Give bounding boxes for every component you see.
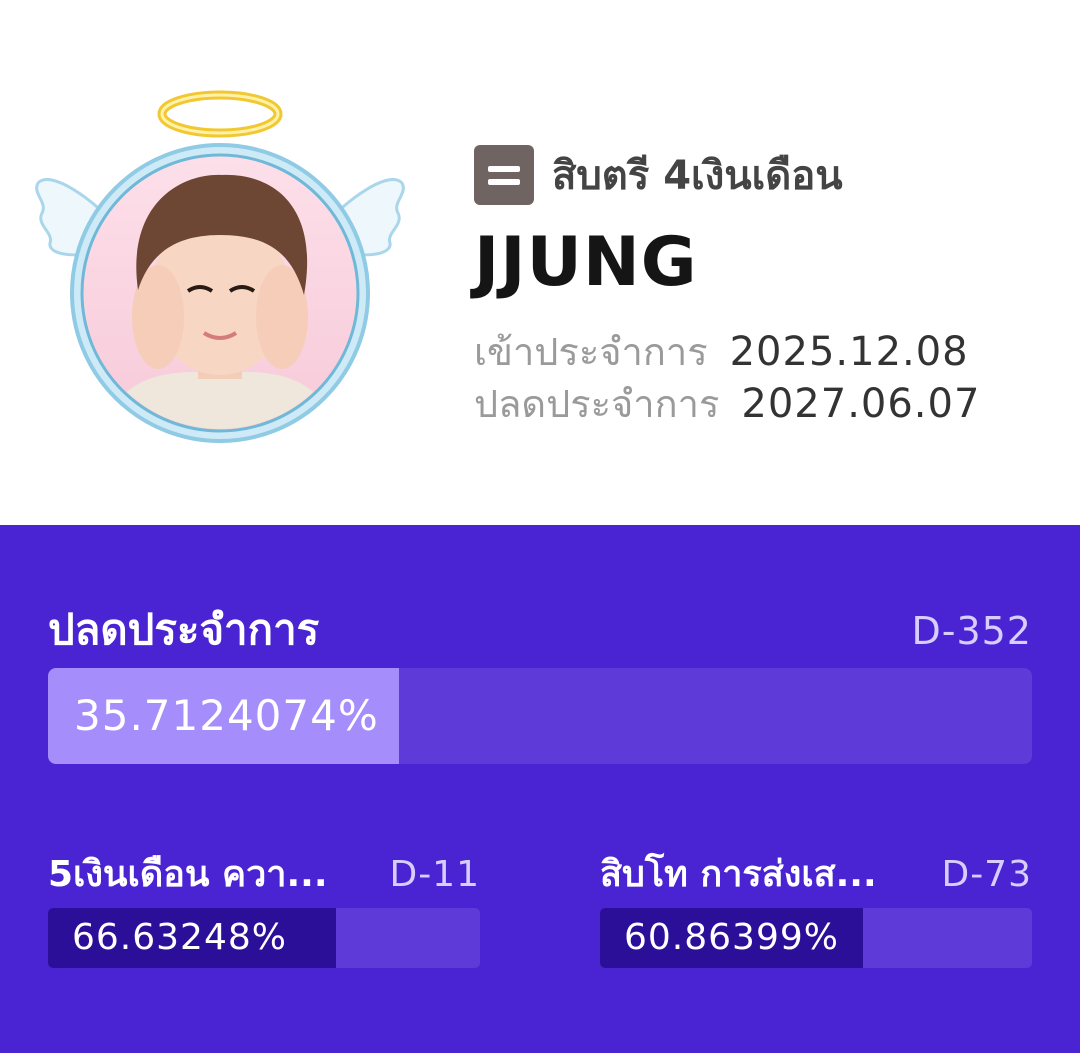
- sub-progress-bar: 60.86399%: [600, 908, 1032, 968]
- discharge-label: ปลดประจำการ: [474, 382, 720, 426]
- discharge-progress-percent: 35.7124074%: [74, 691, 379, 740]
- discharge-date: 2027.06.07: [741, 381, 981, 427]
- sub-progress-card[interactable]: 5เงินเดือน ควา... D-11 66.63248%: [48, 845, 480, 968]
- discharge-progress-header: ปลดประจำการ D-352: [48, 597, 1032, 663]
- discharge-progress-bar[interactable]: 35.7124074%: [48, 668, 1032, 764]
- rank-row: สิบตรี 4เงินเดือน: [474, 145, 1064, 205]
- discharge-progress-title: ปลดประจำการ: [48, 605, 320, 654]
- sub-progress-header: 5เงินเดือน ควา... D-11: [48, 845, 480, 895]
- discharge-row: ปลดประจำการ 2027.06.07: [474, 373, 1064, 427]
- progress-panel: ปลดประจำการ D-352 35.7124074% 5เงินเดือน…: [0, 525, 1080, 1053]
- enlist-date: 2025.12.08: [729, 329, 969, 375]
- sub-progress-dday: D-73: [941, 854, 1032, 895]
- sub-progress-percent: 60.86399%: [624, 917, 839, 958]
- sub-progress-bar: 66.63248%: [48, 908, 480, 968]
- avatar[interactable]: [30, 85, 410, 455]
- page: สิบตรี 4เงินเดือน JJUNG เข้าประจำการ 202…: [0, 0, 1080, 1053]
- sub-progress-header: สิบโท การส่งเส... D-73: [600, 845, 1032, 895]
- user-name: JJUNG: [474, 223, 698, 302]
- sub-progress-title: 5เงินเดือน ควา...: [48, 854, 328, 895]
- enlist-row: เข้าประจำการ 2025.12.08: [474, 321, 1064, 375]
- rank-insignia-icon: [474, 145, 534, 205]
- sub-progress-dday: D-11: [389, 854, 480, 895]
- service-dates: เข้าประจำการ 2025.12.08 ปลดประจำการ 2027…: [474, 321, 1064, 427]
- sub-progress-title: สิบโท การส่งเส...: [600, 854, 877, 895]
- profile-info: สิบตรี 4เงินเดือน JJUNG เข้าประจำการ 202…: [474, 145, 1064, 427]
- profile-card: สิบตรี 4เงินเดือน JJUNG เข้าประจำการ 202…: [0, 0, 1080, 525]
- sub-progress-percent: 66.63248%: [72, 917, 287, 958]
- angel-frame-avatar-icon: [35, 90, 405, 443]
- discharge-dday: D-352: [911, 609, 1032, 653]
- rank-label: สิบตรี 4เงินเดือน: [552, 153, 843, 199]
- sub-progress-card[interactable]: สิบโท การส่งเส... D-73 60.86399%: [600, 845, 1032, 968]
